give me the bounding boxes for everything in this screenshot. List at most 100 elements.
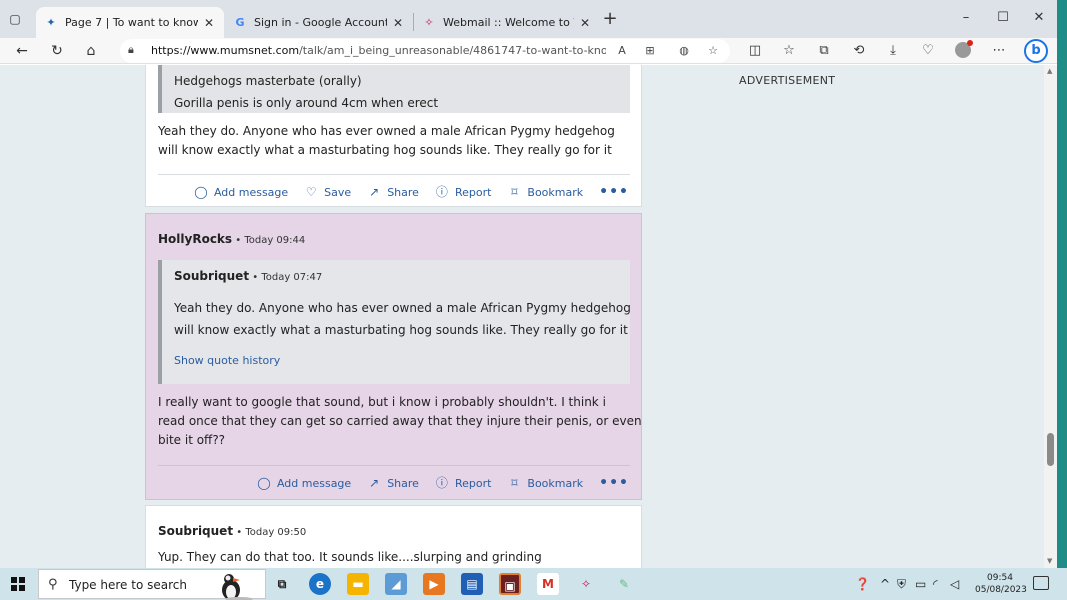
scroll-up-icon[interactable]: ▲ [1047,67,1052,75]
system-clock[interactable]: 09:54 05/08/2023 [975,572,1027,596]
help-icon[interactable]: ❓ [855,577,870,591]
minimize-button[interactable]: – [951,8,981,28]
quote-line: Hedgehogs masterbate (orally) [174,74,362,88]
profile-alert-dot [967,40,973,46]
tab-actions-icon[interactable]: ▢ [6,10,24,28]
tracking-prevention-icon[interactable]: ◍ [676,43,692,59]
info-icon: ⓘ [435,476,448,490]
tab-mumsnet[interactable]: ✦ Page 7 | To want to know the use ✕ [36,7,224,38]
share-arrow-icon: ↗ [369,185,380,199]
app-icon[interactable]: ✎ [613,573,635,595]
search-placeholder: Type here to search [69,578,187,592]
add-message-label: Add message [276,476,352,490]
bing-chat-icon[interactable]: b [1024,39,1048,63]
downloads-icon[interactable]: ⤓ [884,42,902,60]
scroll-down-icon[interactable]: ▼ [1047,557,1052,565]
url-text: https://www.mumsnet.com/talk/am_i_being_… [151,44,606,57]
more-options-button[interactable]: ••• [599,475,629,491]
favorite-star-icon[interactable]: ☆ [705,43,721,59]
tab-title: Sign in - Google Accounts [254,16,387,29]
gmail-icon[interactable]: M [537,573,559,595]
taskbar-search-box[interactable]: ⚲ Type here to search [38,569,266,600]
post-time: • Today 09:50 [233,527,307,538]
back-icon[interactable]: ← [12,41,32,61]
bookmark-button[interactable]: ⌑ Bookmark [507,185,583,199]
volume-icon[interactable]: ◁ [950,577,959,591]
share-button[interactable]: ↗ Share [367,476,419,490]
address-bar[interactable]: 🔒︎ https://www.mumsnet.com/talk/am_i_bei… [120,39,730,63]
split-screen-icon[interactable]: ◫ [746,42,764,60]
report-button[interactable]: ⓘ Report [435,185,491,199]
browser-toolbar: ← ↻ ⌂ 🔒︎ https://www.mumsnet.com/talk/am… [0,38,1057,64]
task-view-icon[interactable]: ⧉ [271,573,293,595]
share-arrow-icon: ↗ [369,476,380,490]
collections-icon[interactable]: ⧉ [815,42,833,60]
page-scrollbar[interactable]: ▲ ▼ [1044,65,1057,568]
read-aloud-icon[interactable]: A [614,43,630,59]
close-button[interactable]: ✕ [1024,8,1054,28]
edge-browser-icon[interactable]: e [309,573,331,595]
app-icon[interactable]: ▣ [499,573,521,595]
tab-close-icon[interactable]: ✕ [391,16,405,30]
tab-google-accounts[interactable]: G Sign in - Google Accounts ✕ [225,7,413,38]
store-icon[interactable]: ▤ [461,573,483,595]
show-quote-history-link[interactable]: Show quote history [174,354,280,367]
favorites-icon[interactable]: ☆ [780,42,798,60]
share-button[interactable]: ↗ Share [367,185,419,199]
more-options-button[interactable]: ••• [599,184,629,200]
notifications-icon[interactable] [1033,576,1049,590]
chevron-up-icon[interactable]: ^ [880,577,890,591]
post-body-line: will know exactly what a masturbating ho… [158,143,612,157]
save-label: Save [324,185,352,199]
post-time: • Today 09:44 [232,235,306,246]
refresh-icon[interactable]: ↻ [47,41,67,61]
clock-time: 09:54 [987,573,1013,583]
new-tab-button[interactable]: + [600,10,620,28]
quote-line: Gorilla penis is only around 4cm when er… [174,96,439,110]
post-divider [158,465,630,466]
app-icon[interactable]: ◢ [385,573,407,595]
windows-start-icon[interactable] [11,577,25,591]
tab-title: Page 7 | To want to know the use [65,16,198,29]
history-icon[interactable]: ⟲ [850,42,868,60]
post-body-line: bite it off?? [158,433,226,447]
post-author: Soubriquet • Today 09:50 [158,524,306,538]
lock-icon: 🔒︎ [128,43,134,56]
post-author: HollyRocks • Today 09:44 [158,232,305,246]
scrollbar-thumb[interactable] [1047,433,1054,466]
page-content: ADVERTISEMENT Hedgehogs masterbate (oral… [0,65,1044,568]
report-button[interactable]: ⓘ Report [435,476,491,490]
quote-time: • Today 07:47 [249,272,323,283]
google-favicon-icon: G [235,16,245,29]
webmail-icon[interactable]: ✧ [575,573,597,595]
puffin-illustration-icon [222,574,253,600]
save-button[interactable]: ♡ Save [304,185,351,199]
clock-date: 05/08/2023 [975,585,1027,595]
share-label: Share [387,476,419,490]
battery-icon[interactable]: ▭ [915,577,926,591]
security-icon[interactable]: ⛨ [897,577,906,592]
heart-icon: ♡ [305,185,317,199]
author-name[interactable]: Soubriquet [158,524,233,538]
more-menu-icon[interactable]: ⋯ [990,42,1008,60]
quote-block: Hedgehogs masterbate (orally) Gorilla pe… [158,65,630,113]
tab-close-icon[interactable]: ✕ [202,16,216,30]
bookmark-button[interactable]: ⌑ Bookmark [507,476,583,490]
add-message-button[interactable]: ◯ Add message [257,476,351,490]
author-name[interactable]: HollyRocks [158,232,232,246]
post-card-highlighted: HollyRocks • Today 09:44 Soubriquet • To… [145,213,642,500]
add-message-label: Add message [213,185,289,199]
speech-bubble-icon: ◯ [257,476,271,490]
tab-webmail[interactable]: ✧ Webmail :: Welcome to Webmail ✕ [414,7,600,38]
media-player-icon[interactable]: ▶ [423,573,445,595]
app-available-icon[interactable]: ⊞ [642,43,658,59]
wifi-icon[interactable]: ◜ [933,577,938,591]
maximize-button[interactable]: ☐ [988,8,1018,28]
post-divider [158,174,630,175]
home-icon[interactable]: ⌂ [81,41,101,61]
info-icon: ⓘ [435,185,448,199]
tab-close-icon[interactable]: ✕ [578,16,592,30]
add-message-button[interactable]: ◯ Add message [194,185,288,199]
browser-essentials-icon[interactable]: ♡ [919,42,937,60]
file-explorer-icon[interactable]: ▬ [347,573,369,595]
